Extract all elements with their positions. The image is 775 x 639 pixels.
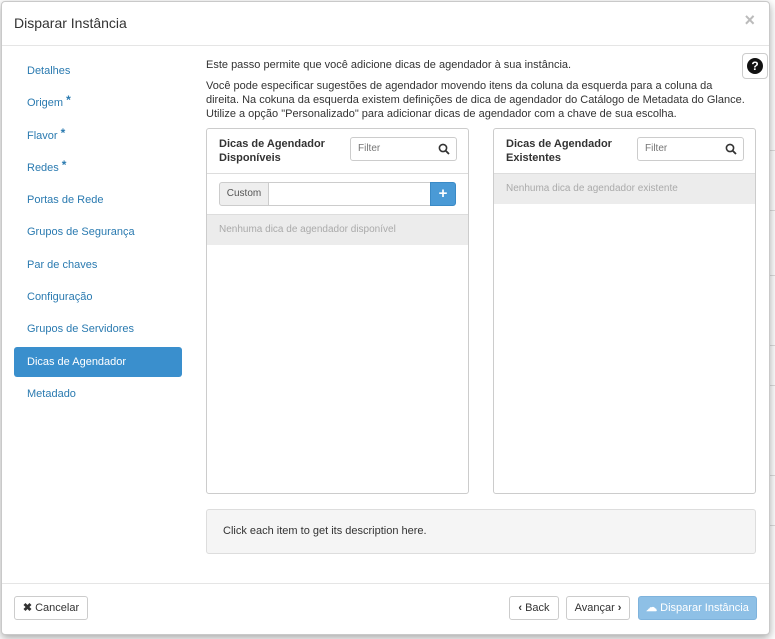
existing-hints-panel: Dicas de Agendador Existentes Nenhuma di… <box>493 128 756 494</box>
sidebar-item-label: Grupos de Segurança <box>27 226 135 239</box>
existing-empty-row: Nenhuma dica de agendador existente <box>494 174 755 204</box>
description-box: Click each item to get its description h… <box>206 509 756 554</box>
existing-filter-input[interactable] <box>645 143 723 154</box>
sidebar-item-label: Grupos de Servidores <box>27 323 134 336</box>
required-marker: * <box>60 125 66 140</box>
custom-hint-row: Custom + <box>219 182 456 206</box>
sidebar-item-label: Portas de Rede <box>27 194 104 207</box>
launch-instance-button[interactable]: ☁ Disparar Instância <box>638 596 757 620</box>
sidebar-item-metadado[interactable]: Metadado <box>14 379 182 409</box>
available-hints-panel: Dicas de Agendador Disponíveis Custom + … <box>206 128 469 494</box>
divider <box>207 173 468 174</box>
sidebar-item-portas-de-rede[interactable]: Portas de Rede <box>14 185 182 215</box>
sidebar-item-label: Par de chaves <box>27 258 98 271</box>
sidebar-item-dicas-de-agendador[interactable]: Dicas de Agendador <box>14 346 182 377</box>
wizard-sidebar: Detalhes Origem * Flavor * Redes * Portas d… <box>14 56 182 411</box>
add-custom-hint-button[interactable]: + <box>430 182 456 206</box>
intro-line-1: Este passo permite que você adicione dic… <box>206 59 572 71</box>
sidebar-item-redes[interactable]: Redes * <box>14 153 182 183</box>
cancel-button[interactable]: ✖ Cancelar <box>14 596 88 620</box>
next-button[interactable]: Avançar › <box>566 596 630 620</box>
modal-header: Disparar Instância × <box>2 2 769 46</box>
sidebar-item-grupos-de-seguranca[interactable]: Grupos de Segurança <box>14 217 182 247</box>
sidebar-item-configuracao[interactable]: Configuração <box>14 282 182 312</box>
sidebar-item-label: Origem <box>27 97 64 110</box>
available-filter[interactable] <box>350 137 457 161</box>
custom-hint-input[interactable] <box>268 182 431 206</box>
existing-hints-title: Dicas de Agendador Existentes <box>506 138 612 164</box>
sidebar-item-flavor[interactable]: Flavor * <box>14 121 182 151</box>
sidebar-item-label: Detalhes <box>27 65 71 77</box>
cloud-upload-icon: ☁ <box>646 602 658 614</box>
step-intro: Este passo permite que você adicione dic… <box>206 58 746 128</box>
sidebar-item-label: Redes <box>27 161 59 174</box>
required-marker: * <box>66 93 71 108</box>
close-icon: ✖ <box>22 602 33 614</box>
required-marker: * <box>61 157 67 172</box>
sidebar-item-label: Flavor <box>27 129 58 142</box>
cancel-label: Cancelar <box>35 602 80 614</box>
intro-line-2: Você pode especificar sugestões de agend… <box>206 80 745 120</box>
available-empty-row: Nenhuma dica de agendador disponível <box>207 215 468 245</box>
sidebar-item-grupos-de-servidores[interactable]: Grupos de Servidores <box>14 314 182 344</box>
search-icon <box>725 143 737 155</box>
chevron-right-icon: › <box>617 602 622 614</box>
launch-instance-dialog: Disparar Instância × Detalhes Origem * Fl… <box>1 1 770 635</box>
sidebar-item-label: Dicas de Agendador <box>27 355 127 368</box>
question-circle-icon: ? <box>747 58 763 74</box>
next-label: Avançar <box>574 602 615 614</box>
sidebar-item-par-de-chaves[interactable]: Par de chaves <box>14 250 182 280</box>
available-filter-input[interactable] <box>358 143 436 154</box>
sidebar-item-label: Configuração <box>27 291 93 304</box>
footer-divider <box>2 583 769 584</box>
custom-label: Custom <box>219 182 269 206</box>
chevron-left-icon: ‹ <box>518 602 523 614</box>
sidebar-item-label: Metadado <box>27 387 76 400</box>
sidebar-item-origem[interactable]: Origem * <box>14 88 182 118</box>
close-icon[interactable]: × <box>744 10 755 30</box>
search-icon <box>438 143 450 155</box>
sidebar-item-detalhes[interactable]: Detalhes <box>14 56 182 86</box>
back-button[interactable]: ‹ Back <box>509 596 559 620</box>
back-label: Back <box>525 602 550 614</box>
launch-label: Disparar Instância <box>660 602 749 614</box>
existing-filter[interactable] <box>637 137 744 161</box>
modal-title: Disparar Instância <box>14 15 127 31</box>
available-hints-title: Dicas de Agendador Disponíveis <box>219 138 325 164</box>
